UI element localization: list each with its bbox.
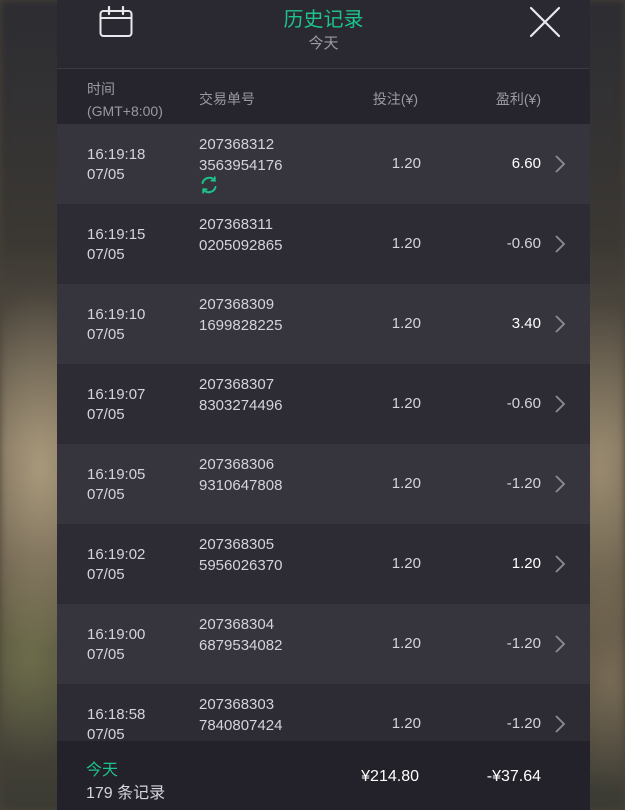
chevron-right-icon[interactable]	[554, 234, 566, 254]
row-profit: -1.20	[506, 475, 541, 492]
row-stake: 1.20	[391, 235, 421, 252]
total-stake: ¥214.80	[361, 768, 419, 785]
row-order-id-line1: 207368306	[199, 456, 275, 473]
history-list[interactable]: 16:19:18 07/05 207368312 3563954176 1.20…	[57, 124, 590, 741]
row-stake: 1.20	[391, 315, 421, 332]
panel-header: 历史记录 今天	[57, 0, 590, 69]
total-profit: -¥37.64	[486, 768, 541, 785]
period-subtitle: 今天	[308, 35, 339, 52]
table-row[interactable]: 16:19:00 07/05 207368304 6879534082 1.20…	[57, 604, 590, 684]
loading-spinner-icon	[201, 176, 217, 194]
row-stake: 1.20	[391, 715, 421, 732]
row-stake: 1.20	[391, 155, 421, 172]
row-date-value: 07/05	[87, 566, 125, 583]
row-date-value: 07/05	[87, 486, 125, 503]
row-order-id-line2: 5956026370	[199, 557, 283, 574]
table-row[interactable]: 16:19:05 07/05 207368306 9310647808 1.20…	[57, 444, 590, 524]
column-time: 时间 (GMT+8:00)	[87, 78, 163, 122]
row-order-id-line1: 207368303	[199, 696, 275, 713]
row-order-id: 207368304 6879534082	[199, 614, 282, 656]
column-timezone-label: (GMT+8:00)	[87, 103, 163, 119]
chevron-right-icon[interactable]	[554, 714, 566, 734]
table-header: 时间 (GMT+8:00) 交易单号 投注(¥) 盈利(¥)	[57, 69, 590, 124]
table-row[interactable]: 16:19:10 07/05 207368309 1699828225 1.20…	[57, 284, 590, 364]
close-icon[interactable]	[529, 6, 561, 38]
table-row[interactable]: 16:19:15 07/05 207368311 0205092865 1.20…	[57, 204, 590, 284]
row-stake: 1.20	[391, 635, 421, 652]
row-order-id: 207368305 5956026370	[199, 534, 282, 576]
row-order-id-line2: 1699828225	[199, 317, 283, 334]
chevron-right-icon[interactable]	[554, 394, 566, 414]
row-order-id-line2: 9310647808	[199, 477, 283, 494]
row-time: 16:19:18 07/05	[87, 145, 145, 185]
row-order-id-line1: 207368309	[199, 296, 275, 313]
row-profit: 3.40	[511, 315, 541, 332]
row-time: 16:19:02 07/05	[87, 545, 145, 585]
row-date-value: 07/05	[87, 406, 125, 423]
chevron-right-icon[interactable]	[554, 154, 566, 174]
record-count: 179 条记录	[86, 785, 166, 802]
row-order-id: 207368309 1699828225	[199, 294, 282, 336]
row-time-value: 16:19:10	[87, 306, 146, 323]
row-date-value: 07/05	[87, 166, 125, 183]
row-time-value: 16:19:00	[87, 626, 146, 643]
row-stake: 1.20	[391, 475, 421, 492]
row-time-value: 16:19:05	[87, 466, 146, 483]
column-stake: 投注(¥)	[372, 91, 418, 107]
row-date-value: 07/05	[87, 246, 125, 263]
row-date-value: 07/05	[87, 646, 125, 663]
row-date-value: 07/05	[87, 326, 125, 343]
chevron-right-icon[interactable]	[554, 634, 566, 654]
row-order-id-line2: 3563954176	[199, 157, 283, 174]
row-time-value: 16:19:07	[87, 386, 146, 403]
row-profit: -1.20	[506, 635, 541, 652]
row-time: 16:19:00 07/05	[87, 625, 145, 665]
row-order-id-line1: 207368311	[199, 216, 273, 233]
table-row[interactable]: 16:19:07 07/05 207368307 8303274496 1.20…	[57, 364, 590, 444]
table-row[interactable]: 16:19:02 07/05 207368305 5956026370 1.20…	[57, 524, 590, 604]
row-profit: 6.60	[511, 155, 541, 172]
row-order-id: 207368303 7840807424	[199, 694, 282, 736]
row-time: 16:19:10 07/05	[87, 305, 145, 345]
row-order-id-line1: 207368304	[199, 616, 275, 633]
row-order-id-line2: 7840807424	[199, 717, 283, 734]
row-time-value: 16:18:58	[87, 706, 146, 723]
row-order-id-line1: 207368305	[199, 536, 275, 553]
chevron-right-icon[interactable]	[554, 554, 566, 574]
row-order-id-line2: 8303274496	[199, 397, 283, 414]
row-time: 16:19:07 07/05	[87, 385, 145, 425]
column-order-id: 交易单号	[199, 91, 255, 107]
chevron-right-icon[interactable]	[554, 314, 566, 334]
row-order-id: 207368312 3563954176	[199, 134, 282, 176]
page-title: 历史记录	[283, 9, 364, 31]
row-stake: 1.20	[391, 555, 421, 572]
row-time: 16:19:15 07/05	[87, 225, 145, 265]
row-time-value: 16:19:02	[87, 546, 146, 563]
row-time: 16:19:05 07/05	[87, 465, 145, 505]
row-order-id-line2: 6879534082	[199, 637, 283, 654]
chevron-right-icon[interactable]	[554, 474, 566, 494]
row-profit: 1.20	[511, 555, 541, 572]
row-profit: -0.60	[506, 235, 541, 252]
row-order-id: 207368307 8303274496	[199, 374, 282, 416]
row-order-id-line2: 0205092865	[199, 237, 283, 254]
row-order-id-line1: 207368307	[199, 376, 275, 393]
row-time-value: 16:19:15	[87, 226, 146, 243]
row-profit: -1.20	[506, 715, 541, 732]
history-panel: 历史记录 今天 时间 (GMT+8:00) 交易单号 投注(¥) 盈利(¥) 1…	[57, 0, 590, 810]
column-time-label: 时间	[87, 81, 115, 97]
row-time-value: 16:19:18	[87, 146, 146, 163]
row-time: 16:18:58 07/05	[87, 705, 145, 741]
row-order-id: 207368306 9310647808	[199, 454, 282, 496]
column-profit: 盈利(¥)	[495, 91, 541, 107]
row-profit: -0.60	[506, 395, 541, 412]
row-date-value: 07/05	[87, 726, 125, 741]
summary-period: 今天	[86, 762, 119, 779]
summary-footer: 今天 179 条记录 ¥214.80 -¥37.64	[57, 741, 590, 810]
row-order-id: 207368311 0205092865	[199, 214, 282, 256]
table-row[interactable]: 16:18:58 07/05 207368303 7840807424 1.20…	[57, 684, 590, 741]
row-stake: 1.20	[391, 395, 421, 412]
row-order-id-line1: 207368312	[199, 136, 275, 153]
table-row[interactable]: 16:19:18 07/05 207368312 3563954176 1.20…	[57, 124, 590, 204]
